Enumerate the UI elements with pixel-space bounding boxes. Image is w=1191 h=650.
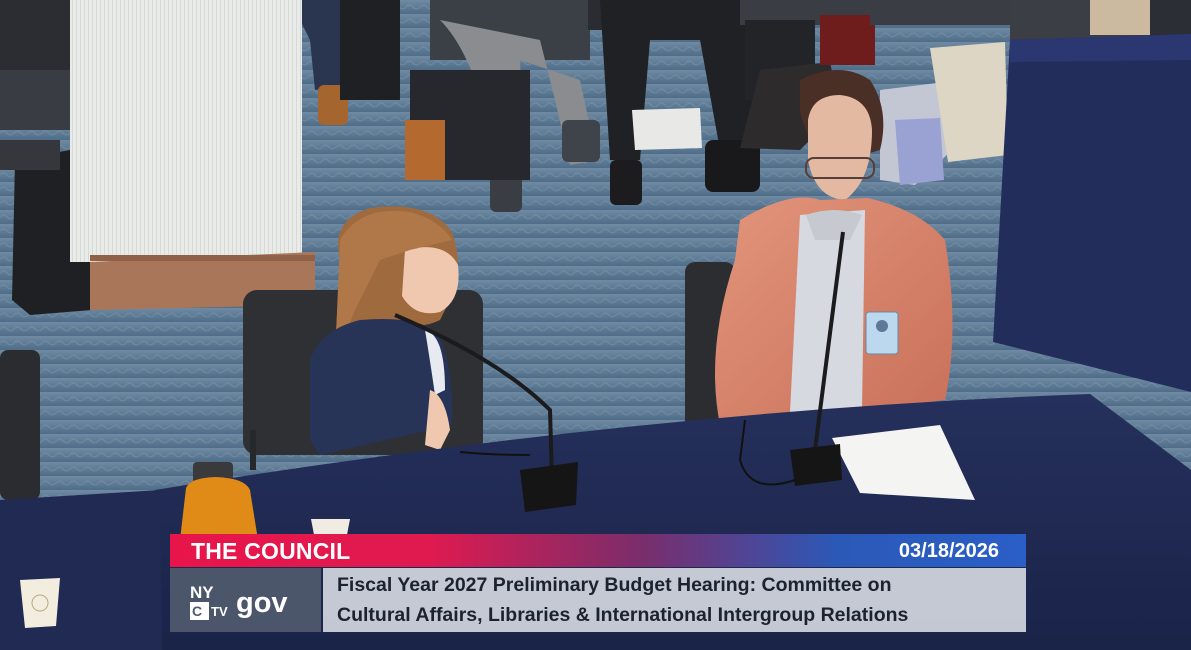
svg-text:C: C xyxy=(192,603,202,619)
hearing-title-line-2: Cultural Affairs, Libraries & Internatio… xyxy=(337,604,909,626)
navy-covered-table xyxy=(993,34,1191,392)
logo-gov-text: gov xyxy=(236,587,288,619)
svg-text:NY: NY xyxy=(190,583,214,602)
chair-left-edge xyxy=(0,350,40,500)
svg-text:TV: TV xyxy=(211,604,228,619)
broadcast-date: 03/18/2026 xyxy=(898,540,999,562)
coffee-cup xyxy=(20,578,60,628)
hearing-title-line-1: Fiscal Year 2027 Preliminary Budget Hear… xyxy=(337,574,892,596)
network-label: THE COUNCIL xyxy=(191,538,351,564)
nyc-tv-logo: NY C TV xyxy=(190,583,228,620)
white-pillar xyxy=(70,0,315,310)
video-frame: THE COUNCIL 03/18/2026 NY C TV gov Fisca… xyxy=(0,0,1191,650)
